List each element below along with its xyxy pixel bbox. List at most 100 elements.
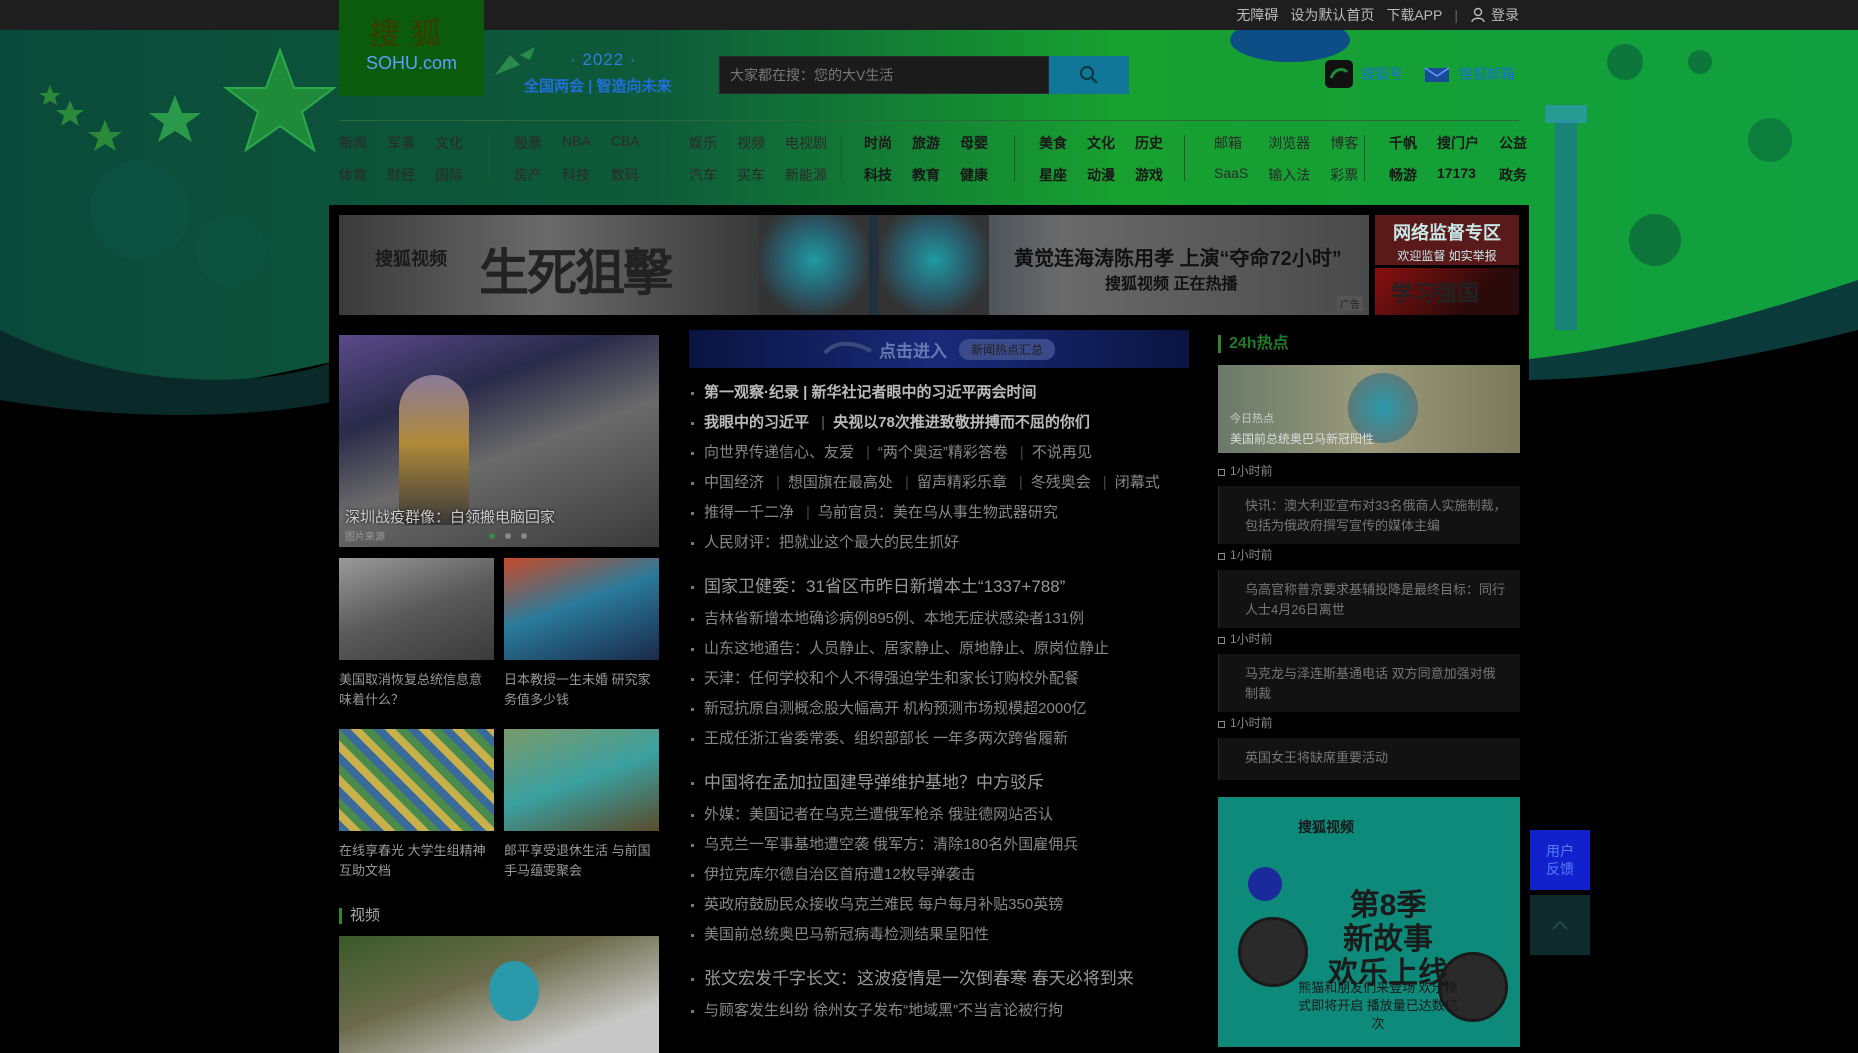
- nav-item[interactable]: 国际: [435, 165, 463, 185]
- nav-item[interactable]: 彩票: [1330, 165, 1358, 185]
- carousel-dot[interactable]: [505, 533, 511, 539]
- headline-link[interactable]: 不说再见: [1032, 444, 1092, 461]
- news-thumbnail[interactable]: [504, 558, 659, 660]
- nav-item[interactable]: 千帆: [1389, 133, 1417, 153]
- carousel-dot[interactable]: [521, 533, 527, 539]
- nav-item[interactable]: 科技: [562, 165, 591, 185]
- news-thumbnail[interactable]: [504, 729, 659, 831]
- nav-item[interactable]: 视频: [737, 133, 765, 153]
- headline-link[interactable]: 新冠抗原自测概念股大幅高开 机构预测市场规模超2000亿: [704, 700, 1087, 717]
- nav-item[interactable]: 动漫: [1087, 165, 1115, 185]
- thumbnail-caption[interactable]: 郎平享受退休生活 与前国手马蕴雯聚会: [504, 841, 659, 881]
- download-app-link[interactable]: 下载APP: [1386, 5, 1442, 25]
- carousel-dot[interactable]: [489, 533, 495, 539]
- headline-link[interactable]: 中国将在孟加拉国建导弹维护基地？中方驳斥: [704, 773, 1044, 792]
- nav-item[interactable]: 教育: [912, 165, 940, 185]
- thumbnail-caption[interactable]: 美国取消恢复总统信息意味着什么？: [339, 670, 494, 710]
- news-thumbnail[interactable]: [339, 729, 494, 831]
- hero-carousel[interactable]: 深圳战疫群像：白领搬电脑回家 图片来源: [339, 335, 659, 547]
- search-input[interactable]: 大家都在搜：您的大V生活: [719, 56, 1049, 94]
- nav-item[interactable]: 文化: [435, 133, 463, 153]
- headline-link[interactable]: 第一观察·纪录 | 新华社记者眼中的习近平两会时间: [704, 384, 1037, 401]
- nav-item[interactable]: 娱乐: [689, 133, 717, 153]
- timeline-text[interactable]: 马克龙与泽连斯基通电话 双方同意加强对俄制裁: [1218, 654, 1520, 712]
- nav-item[interactable]: 游戏: [1135, 165, 1163, 185]
- headline-link[interactable]: 冬残奥会: [1031, 474, 1091, 491]
- nav-item[interactable]: 邮箱: [1214, 133, 1248, 153]
- headline-link[interactable]: 山东这地通告：人员静止、居家静止、原地静止、原岗位静止: [704, 640, 1109, 657]
- headline-link[interactable]: 留声精彩乐章: [917, 474, 1007, 491]
- nav-item[interactable]: 时尚: [864, 133, 892, 153]
- nav-item[interactable]: 星座: [1039, 165, 1067, 185]
- timeline-item[interactable]: 1小时前 马克龙与泽连斯基通电话 双方同意加强对俄制裁: [1218, 630, 1520, 712]
- nav-item[interactable]: 健康: [960, 165, 988, 185]
- nav-item[interactable]: 输入法: [1268, 165, 1310, 185]
- user-icon[interactable]: [1470, 7, 1486, 23]
- search-button[interactable]: [1049, 56, 1129, 94]
- thumbnail-caption[interactable]: 日本教授一生未婚 研究家务值多少钱: [504, 670, 659, 710]
- set-homepage-link[interactable]: 设为默认首页: [1290, 5, 1374, 25]
- headline-link[interactable]: 外媒：美国记者在乌克兰遭俄军枪杀 俄驻德网站否认: [704, 806, 1053, 823]
- hot-24h-title[interactable]: 24h热点: [1218, 335, 1289, 353]
- nav-item[interactable]: 军事: [387, 133, 415, 153]
- headline-link[interactable]: 英政府鼓励民众接收乌克兰难民 每户每月补贴350英镑: [704, 896, 1063, 913]
- nav-item[interactable]: 畅游: [1389, 165, 1417, 185]
- top-banner-ad[interactable]: 搜狐视频 生死狙擊 黄觉连海涛陈用孝 上演“夺命72小时” 搜狐视频 正在热播 …: [339, 215, 1369, 315]
- headline-link[interactable]: 与顾客发生纠纷 徐州女子发布“地域黑”不当言论被行拘: [704, 1002, 1063, 1019]
- nav-item[interactable]: NBA: [562, 133, 591, 153]
- login-link[interactable]: 登录: [1491, 5, 1519, 25]
- headline-link[interactable]: “两个奥运”精彩答卷: [878, 444, 1008, 461]
- carousel-dots[interactable]: [489, 533, 527, 539]
- headline-link[interactable]: 想国旗在最高处: [788, 474, 893, 491]
- sohu-hao-link[interactable]: 搜狐号: [1325, 60, 1403, 88]
- headline-link[interactable]: 伊拉克库尔德自治区首府遭12枚导弹袭击: [704, 866, 976, 883]
- nav-item[interactable]: CBA: [611, 133, 640, 153]
- timeline-text[interactable]: 乌高官称普京要求基辅投降是最终目标：同行人士4月26日离世: [1218, 570, 1520, 628]
- nav-item[interactable]: 科技: [864, 165, 892, 185]
- nav-item[interactable]: 母婴: [960, 133, 988, 153]
- nav-item[interactable]: 新闻: [339, 133, 367, 153]
- headline-link[interactable]: 央视以78次推进致敬拼搏而不屈的你们: [833, 414, 1090, 431]
- feedback-button[interactable]: 用户反馈: [1530, 830, 1590, 890]
- headline-link[interactable]: 人民财评：把就业这个最大的民生抓好: [704, 534, 959, 551]
- click-enter-banner[interactable]: 点击进入 新闻热点汇总: [689, 330, 1189, 368]
- headline-link[interactable]: 吉林省新增本地确诊病例895例、本地无症状感染者131例: [704, 610, 1084, 627]
- nav-item[interactable]: 文化: [1087, 133, 1115, 153]
- headline-link[interactable]: 张文宏发千字长文：这波疫情是一次倒春寒 春天必将到来: [704, 969, 1134, 988]
- nav-item[interactable]: 电视剧: [785, 133, 827, 153]
- headline-link[interactable]: 王成任浙江省委常委、组织部部长 一年多两次跨省履新: [704, 730, 1068, 747]
- nav-item[interactable]: 体育: [339, 165, 367, 185]
- video-section-title[interactable]: 视频: [339, 908, 380, 924]
- sohu-mail-link[interactable]: 搜狐邮箱: [1423, 60, 1515, 88]
- headline-link[interactable]: 中国经济: [704, 474, 764, 491]
- headline-link[interactable]: 闭幕式: [1115, 474, 1160, 491]
- nav-item[interactable]: 搜门户: [1437, 133, 1479, 153]
- timeline-text[interactable]: 快讯：澳大利亚宣布对33名俄商人实施制裁，包括为俄政府撰写宣传的媒体主编: [1218, 486, 1520, 544]
- thumbnail-caption[interactable]: 在线享春光 大学生组精神互助文档: [339, 841, 494, 881]
- headline-link[interactable]: 国家卫健委：31省区市昨日新增本土“1337+788”: [704, 577, 1065, 596]
- nav-item[interactable]: 17173: [1437, 165, 1479, 185]
- headline-link[interactable]: 乌前官员：美在乌从事生物武器研究: [818, 504, 1058, 521]
- campaign-logo[interactable]: · 2022 · 全国两会 | 智造向未来: [490, 40, 700, 110]
- headline-link[interactable]: 乌克兰一军事基地遭空袭 俄军方：清除180名外国雇佣兵: [704, 836, 1078, 853]
- accessibility-link[interactable]: 无障碍: [1236, 5, 1278, 25]
- headline-link[interactable]: 天津：任何学校和个人不得强迫学生和家长订购校外配餐: [704, 670, 1079, 687]
- timeline-item[interactable]: 1小时前 英国女王将缺席重要活动: [1218, 714, 1520, 780]
- headline-link[interactable]: 推得一千二净: [704, 504, 794, 521]
- nav-item[interactable]: 政务: [1499, 165, 1527, 185]
- headline-link[interactable]: 美国前总统奥巴马新冠病毒检测结果呈阳性: [704, 926, 989, 943]
- nav-item[interactable]: 股票: [514, 133, 542, 153]
- nav-item[interactable]: 旅游: [912, 133, 940, 153]
- hot-hero-image[interactable]: 今日热点 美国前总统奥巴马新冠阳性: [1218, 365, 1520, 453]
- nav-item[interactable]: 房产: [514, 165, 542, 185]
- cartoon-ad[interactable]: 搜狐视频 第8季 新故事 欢乐上线 熊猫和朋友们来登场 欢乐模式即将开启 播放量已达…: [1218, 797, 1520, 1047]
- supervision-ad[interactable]: 网络监督专区 欢迎监督 如实举报: [1375, 215, 1519, 265]
- timeline-item[interactable]: 1小时前 快讯：澳大利亚宣布对33名俄商人实施制裁，包括为俄政府撰写宣传的媒体主…: [1218, 462, 1520, 544]
- nav-item[interactable]: 历史: [1135, 133, 1163, 153]
- nav-item[interactable]: SaaS: [1214, 165, 1248, 185]
- nav-item[interactable]: 买车: [737, 165, 765, 185]
- nav-item[interactable]: 博客: [1330, 133, 1358, 153]
- headline-link[interactable]: 向世界传递信心、友爱: [704, 444, 854, 461]
- sohu-logo[interactable]: 搜狐 SOHU.com: [339, 0, 484, 96]
- timeline-item[interactable]: 1小时前 乌高官称普京要求基辅投降是最终目标：同行人士4月26日离世: [1218, 546, 1520, 628]
